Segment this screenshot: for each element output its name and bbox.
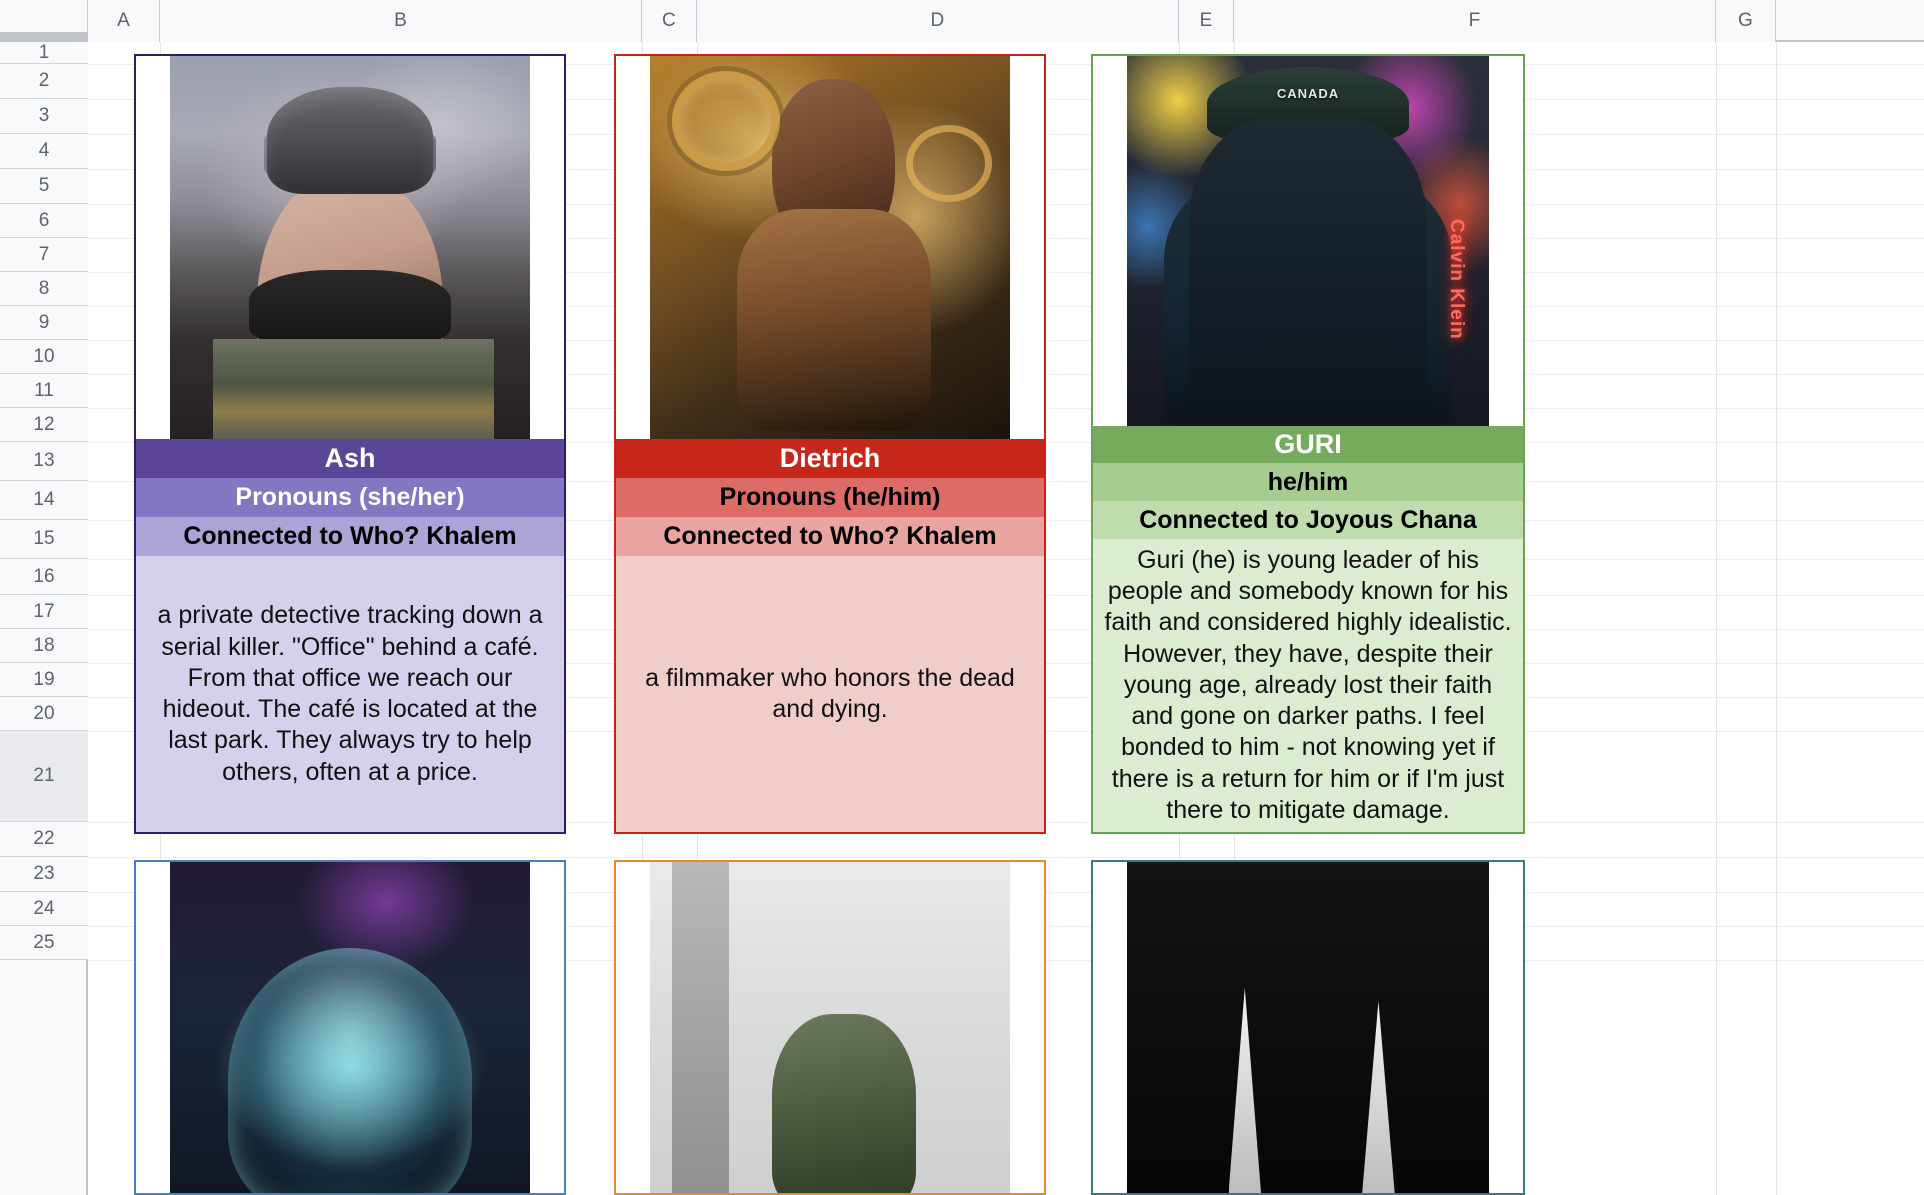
character-card-r2-a[interactable] — [134, 860, 566, 1195]
character-portrait-guri: CANADA Calvin Klein — [1093, 56, 1523, 426]
row-header-22[interactable]: 22 — [0, 822, 88, 857]
row-header-16[interactable]: 16 — [0, 559, 88, 595]
character-pronouns-guri: he/him — [1093, 463, 1523, 502]
character-card-r2-c[interactable] — [1091, 860, 1525, 1195]
character-pronouns-ash: Pronouns (she/her) — [136, 478, 564, 517]
row-header-23[interactable]: 23 — [0, 857, 88, 892]
row-header-5[interactable]: 5 — [0, 169, 88, 204]
row-header-11[interactable]: 11 — [0, 374, 88, 408]
character-name-guri: GURI — [1093, 425, 1523, 464]
character-description-guri: Guri (he) is young leader of his people … — [1093, 538, 1523, 832]
row-header-4[interactable]: 4 — [0, 134, 88, 169]
row-header-21[interactable]: 21 — [0, 731, 88, 822]
character-card-ash[interactable]: Ash Pronouns (she/her) Connected to Who? K… — [134, 54, 566, 834]
gridline-vertical — [1776, 42, 1777, 1195]
row-header-7[interactable]: 7 — [0, 238, 88, 272]
column-header-e[interactable]: E — [1179, 0, 1234, 42]
row-header-24[interactable]: 24 — [0, 892, 88, 926]
row-header-10[interactable]: 10 — [0, 340, 88, 374]
character-name-dietrich: Dietrich — [616, 439, 1044, 478]
character-description-ash: a private detective tracking down a seri… — [136, 556, 564, 832]
row-header-18[interactable]: 18 — [0, 629, 88, 663]
spreadsheet-canvas: ABCDEFG 1 2 3 4 5 6 7 8 9 10 11 12 13 14 15 16 17 18 19 20 2… — [0, 0, 1924, 1195]
gridline-horizontal — [88, 857, 1924, 858]
row-header-8[interactable]: 8 — [0, 272, 88, 306]
character-card-dietrich[interactable]: Dietrich Pronouns (he/him) Connected to Wh… — [614, 54, 1046, 834]
column-header-b[interactable]: B — [160, 0, 642, 42]
character-portrait-dietrich — [616, 56, 1044, 439]
row-header-15[interactable]: 15 — [0, 520, 88, 559]
character-card-r2-b[interactable] — [614, 860, 1046, 1195]
character-connection-guri: Connected to Joyous Chana — [1093, 501, 1523, 539]
character-description-dietrich: a filmmaker who honors the dead and dyin… — [616, 556, 1044, 832]
character-pronouns-dietrich: Pronouns (he/him) — [616, 478, 1044, 517]
select-all-corner[interactable] — [0, 0, 88, 42]
column-header-d[interactable]: D — [697, 0, 1179, 42]
character-portrait-r2-a — [136, 862, 564, 1193]
character-card-guri[interactable]: CANADA Calvin Klein GURI he/him Connected to… — [1091, 54, 1525, 834]
column-header-f[interactable]: F — [1234, 0, 1716, 42]
row-header-19[interactable]: 19 — [0, 663, 88, 697]
column-header-g[interactable]: G — [1716, 0, 1776, 42]
row-header-17[interactable]: 17 — [0, 595, 88, 629]
grid-area[interactable]: Ash Pronouns (she/her) Connected to Who? K… — [88, 42, 1924, 1195]
row-header-6[interactable]: 6 — [0, 204, 88, 238]
row-header-13[interactable]: 13 — [0, 442, 88, 481]
column-header-a[interactable]: A — [88, 0, 160, 42]
row-header-1[interactable]: 1 — [0, 42, 88, 64]
row-header-14[interactable]: 14 — [0, 481, 88, 520]
character-portrait-ash — [136, 56, 564, 439]
character-portrait-r2-b — [616, 862, 1044, 1193]
row-header-2[interactable]: 2 — [0, 64, 88, 99]
character-portrait-r2-c — [1093, 862, 1523, 1193]
row-header-20[interactable]: 20 — [0, 697, 88, 731]
gridline-vertical — [1716, 42, 1717, 1195]
character-name-ash: Ash — [136, 439, 564, 478]
row-header-column: 1 2 3 4 5 6 7 8 9 10 11 12 13 14 15 16 17 18 19 20 21 22 23 24 2… — [0, 42, 88, 1195]
column-header-row: ABCDEFG — [0, 0, 1924, 42]
row-header-25[interactable]: 25 — [0, 926, 88, 960]
character-connection-ash: Connected to Who? Khalem — [136, 517, 564, 556]
column-header-c[interactable]: C — [642, 0, 697, 42]
character-connection-dietrich: Connected to Who? Khalem — [616, 517, 1044, 556]
row-header-3[interactable]: 3 — [0, 99, 88, 134]
row-header-12[interactable]: 12 — [0, 408, 88, 442]
row-header-9[interactable]: 9 — [0, 306, 88, 340]
